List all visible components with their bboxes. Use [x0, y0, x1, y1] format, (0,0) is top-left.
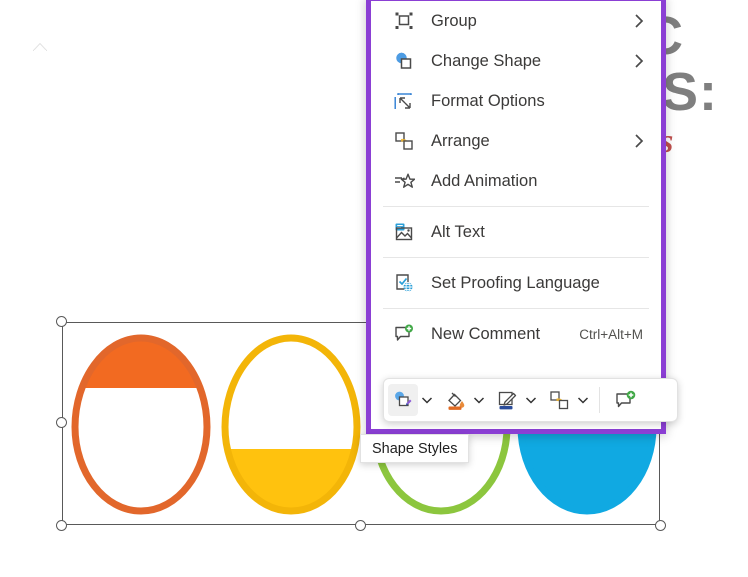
menu-item-label: Arrange	[431, 131, 490, 150]
new-comment-icon	[616, 390, 636, 407]
arrange-button[interactable]	[544, 384, 574, 416]
new-comment-button[interactable]	[611, 384, 641, 416]
fill-color-button[interactable]	[440, 384, 470, 416]
shape-styles-tooltip: Shape Styles	[360, 434, 470, 463]
selection-handle-bottom-center[interactable]	[355, 520, 366, 531]
fill-bucket-icon	[447, 392, 464, 410]
arrange-group[interactable]	[540, 379, 592, 421]
menu-item-format-options[interactable]: Format Options	[371, 81, 661, 121]
group-icon	[393, 10, 415, 32]
menu-item-label: Set Proofing Language	[431, 273, 600, 292]
alt-text-icon	[393, 221, 415, 243]
chevron-down-icon	[577, 396, 589, 404]
chevron-down-icon	[473, 396, 485, 404]
menu-item-label: Format Options	[431, 91, 545, 110]
selection-handle-top-left[interactable]	[56, 316, 67, 327]
new-comment-icon	[393, 323, 415, 345]
menu-item-label: Group	[431, 11, 477, 30]
format-options-icon	[393, 90, 415, 112]
shape-styles-caret[interactable]	[418, 384, 436, 416]
fill-color-group[interactable]	[436, 379, 488, 421]
menu-item-alt-text[interactable]: Alt Text	[371, 212, 661, 252]
selection-handle-bottom-left[interactable]	[56, 520, 67, 531]
shape-styles-icon	[394, 391, 411, 406]
chevron-down-icon	[421, 396, 433, 404]
selection-handle-bottom-right[interactable]	[655, 520, 666, 531]
floating-mini-toolbar[interactable]	[383, 378, 678, 422]
arrange-icon	[549, 390, 568, 409]
menu-item-label: Add Animation	[431, 171, 538, 190]
menu-item-new-comment[interactable]: New Comment Ctrl+Alt+M	[371, 314, 661, 354]
shape-outline-group[interactable]	[488, 379, 540, 421]
toolbar-divider	[599, 387, 600, 413]
arrange-icon	[393, 130, 415, 152]
menu-item-label: Change Shape	[431, 51, 542, 70]
chevron-right-icon	[634, 13, 645, 29]
shape-styles-button[interactable]	[388, 384, 418, 416]
tooltip-text: Shape Styles	[372, 440, 458, 457]
proofing-language-icon	[393, 272, 415, 294]
menu-item-arrange[interactable]: Arrange	[371, 121, 661, 161]
pen-outline-icon	[498, 391, 516, 409]
selection-handle-middle-left[interactable]	[56, 417, 67, 428]
shape-outline-button[interactable]	[492, 384, 522, 416]
menu-item-add-animation[interactable]: Add Animation	[371, 161, 661, 201]
shape-context-menu[interactable]: Group Change Shape Format Options Arrang…	[366, 0, 666, 434]
shape-outline-caret[interactable]	[522, 384, 540, 416]
chevron-right-icon	[634, 133, 645, 149]
arrange-caret[interactable]	[574, 384, 592, 416]
toolbar-pointer-nub	[33, 43, 47, 51]
change-shape-icon	[393, 50, 415, 72]
fill-color-caret[interactable]	[470, 384, 488, 416]
shape-styles-group[interactable]	[384, 379, 436, 421]
menu-item-label: Alt Text	[431, 222, 485, 241]
menu-item-change-shape[interactable]: Change Shape	[371, 41, 661, 81]
menu-separator	[383, 257, 649, 258]
menu-item-group[interactable]: Group	[371, 1, 661, 41]
menu-item-shortcut: Ctrl+Alt+M	[579, 326, 643, 342]
menu-separator	[383, 206, 649, 207]
add-animation-icon	[393, 170, 415, 192]
menu-item-label: New Comment	[431, 324, 541, 343]
menu-separator	[383, 308, 649, 309]
chevron-down-icon	[525, 396, 537, 404]
menu-item-set-proofing-language[interactable]: Set Proofing Language	[371, 263, 661, 303]
chevron-right-icon	[634, 53, 645, 69]
